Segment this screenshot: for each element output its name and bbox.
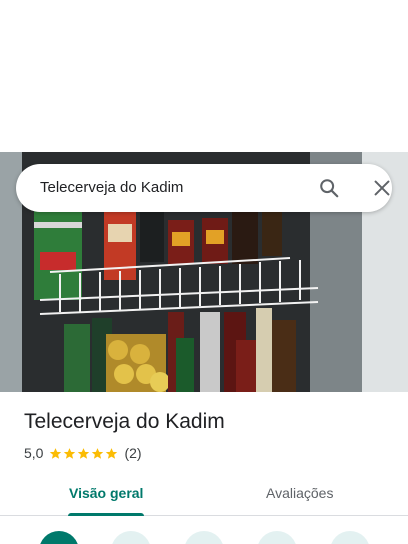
- close-icon[interactable]: [371, 177, 393, 199]
- star-icon: [106, 447, 118, 459]
- star-icon: [50, 447, 62, 459]
- review-count[interactable]: (2): [124, 445, 141, 461]
- search-input[interactable]: Telecerveja do Kadim: [40, 179, 183, 196]
- call-button[interactable]: [184, 531, 224, 544]
- action-buttons-row: [0, 528, 408, 544]
- search-bar[interactable]: Telecerveja do Kadim: [16, 164, 392, 212]
- star-icon: [64, 447, 76, 459]
- save-button[interactable]: [257, 531, 297, 544]
- star-icon: [92, 447, 104, 459]
- place-title: Telecerveja do Kadim: [24, 410, 225, 433]
- active-tab-indicator: [68, 513, 144, 516]
- star-icon: [78, 447, 90, 459]
- search-icon[interactable]: [318, 177, 340, 199]
- directions-button[interactable]: [39, 531, 79, 544]
- start-button[interactable]: [111, 531, 151, 544]
- map-area-blank: [0, 0, 408, 152]
- tab-overview[interactable]: Visão geral: [69, 485, 143, 501]
- star-rating: [49, 447, 118, 460]
- place-tabs: Visão geral Avaliações: [0, 476, 408, 516]
- tab-reviews[interactable]: Avaliações: [266, 485, 333, 501]
- rating-summary[interactable]: 5,0 (2): [24, 444, 142, 462]
- rating-value: 5,0: [24, 445, 44, 461]
- share-button[interactable]: [330, 531, 370, 544]
